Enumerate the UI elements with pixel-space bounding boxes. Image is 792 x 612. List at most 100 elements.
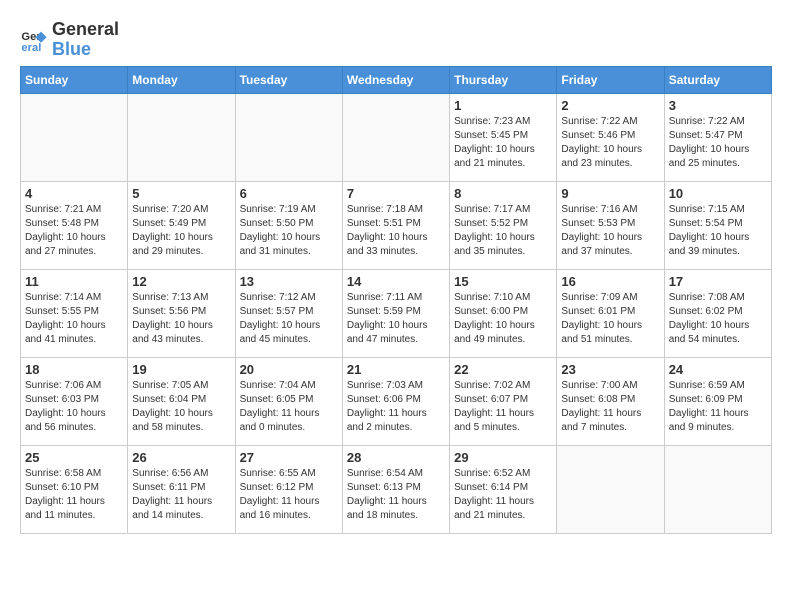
day-info: Sunrise: 7:11 AM Sunset: 5:59 PM Dayligh… <box>347 291 445 347</box>
calendar-cell <box>557 445 664 533</box>
day-header-monday: Monday <box>128 66 235 93</box>
day-info: Sunrise: 7:06 AM Sunset: 6:03 PM Dayligh… <box>25 379 123 435</box>
calendar-cell: 9 Sunrise: 7:16 AM Sunset: 5:53 PM Daylig… <box>557 181 664 269</box>
calendar-cell: 13Sunrise: 7:12 AM Sunset: 5:57 PM Dayli… <box>235 269 342 357</box>
day-number: 7 <box>347 186 445 201</box>
calendar-week-5: 25 Sunrise: 6:58 AM Sunset: 6:10 PM Dayli… <box>21 445 772 533</box>
day-number: 16 <box>561 274 659 289</box>
day-info: Sunrise: 7:00 AM Sunset: 6:08 PM Dayligh… <box>561 379 659 435</box>
calendar-cell: 21 Sunrise: 7:03 AM Sunset: 6:06 PM Dayli… <box>342 357 449 445</box>
day-number: 28 <box>347 450 445 465</box>
calendar-cell: 3Sunrise: 7:22 AM Sunset: 5:47 PM Daylig… <box>664 93 771 181</box>
calendar-cell: 4Sunrise: 7:21 AM Sunset: 5:48 PM Daylig… <box>21 181 128 269</box>
day-number: 2 <box>561 98 659 113</box>
calendar-cell: 6 Sunrise: 7:19 AM Sunset: 5:50 PM Daylig… <box>235 181 342 269</box>
calendar-cell: 20 Sunrise: 7:04 AM Sunset: 6:05 PM Dayli… <box>235 357 342 445</box>
calendar-cell: 23 Sunrise: 7:00 AM Sunset: 6:08 PM Dayli… <box>557 357 664 445</box>
day-number: 25 <box>25 450 123 465</box>
day-info: Sunrise: 7:19 AM Sunset: 5:50 PM Dayligh… <box>240 203 338 259</box>
calendar-cell: 27 Sunrise: 6:55 AM Sunset: 6:12 PM Dayli… <box>235 445 342 533</box>
day-number: 9 <box>561 186 659 201</box>
day-number: 17 <box>669 274 767 289</box>
day-number: 22 <box>454 362 552 377</box>
day-number: 18 <box>25 362 123 377</box>
calendar-cell: 26 Sunrise: 6:56 AM Sunset: 6:11 PM Dayli… <box>128 445 235 533</box>
day-header-saturday: Saturday <box>664 66 771 93</box>
calendar-cell: 11 Sunrise: 7:14 AM Sunset: 5:55 PM Dayli… <box>21 269 128 357</box>
day-header-friday: Friday <box>557 66 664 93</box>
page-header: Gen eral GeneralBlue <box>20 20 772 60</box>
day-info: Sunrise: 7:02 AM Sunset: 6:07 PM Dayligh… <box>454 379 552 435</box>
day-info: Sunrise: 7:08 AM Sunset: 6:02 PM Dayligh… <box>669 291 767 347</box>
calendar-cell: 24 Sunrise: 6:59 AM Sunset: 6:09 PM Dayli… <box>664 357 771 445</box>
calendar-cell <box>342 93 449 181</box>
day-number: 4 <box>25 186 123 201</box>
day-info: Sunrise: 7:20 AM Sunset: 5:49 PM Dayligh… <box>132 203 230 259</box>
day-number: 10 <box>669 186 767 201</box>
calendar-cell <box>664 445 771 533</box>
calendar-cell: 8Sunrise: 7:17 AM Sunset: 5:52 PM Daylig… <box>450 181 557 269</box>
day-header-thursday: Thursday <box>450 66 557 93</box>
calendar-cell: 10Sunrise: 7:15 AM Sunset: 5:54 PM Dayli… <box>664 181 771 269</box>
calendar-week-3: 11 Sunrise: 7:14 AM Sunset: 5:55 PM Dayli… <box>21 269 772 357</box>
calendar-cell: 17 Sunrise: 7:08 AM Sunset: 6:02 PM Dayli… <box>664 269 771 357</box>
calendar-cell: 15Sunrise: 7:10 AM Sunset: 6:00 PM Dayli… <box>450 269 557 357</box>
calendar-cell <box>235 93 342 181</box>
day-number: 13 <box>240 274 338 289</box>
day-info: Sunrise: 7:04 AM Sunset: 6:05 PM Dayligh… <box>240 379 338 435</box>
day-number: 23 <box>561 362 659 377</box>
day-info: Sunrise: 6:56 AM Sunset: 6:11 PM Dayligh… <box>132 467 230 523</box>
calendar-table: SundayMondayTuesdayWednesdayThursdayFrid… <box>20 66 772 534</box>
day-number: 1 <box>454 98 552 113</box>
logo-icon: Gen eral <box>20 26 48 54</box>
day-info: Sunrise: 7:03 AM Sunset: 6:06 PM Dayligh… <box>347 379 445 435</box>
day-number: 26 <box>132 450 230 465</box>
day-number: 29 <box>454 450 552 465</box>
calendar-cell: 22 Sunrise: 7:02 AM Sunset: 6:07 PM Dayli… <box>450 357 557 445</box>
calendar-cell: 2 Sunrise: 7:22 AM Sunset: 5:46 PM Daylig… <box>557 93 664 181</box>
day-info: Sunrise: 7:23 AM Sunset: 5:45 PM Dayligh… <box>454 115 552 171</box>
day-info: Sunrise: 7:22 AM Sunset: 5:46 PM Dayligh… <box>561 115 659 171</box>
calendar-cell <box>21 93 128 181</box>
calendar-cell: 1 Sunrise: 7:23 AM Sunset: 5:45 PM Daylig… <box>450 93 557 181</box>
day-number: 14 <box>347 274 445 289</box>
day-number: 11 <box>25 274 123 289</box>
calendar-header-row: SundayMondayTuesdayWednesdayThursdayFrid… <box>21 66 772 93</box>
calendar-cell: 19Sunrise: 7:05 AM Sunset: 6:04 PM Dayli… <box>128 357 235 445</box>
calendar-cell: 18 Sunrise: 7:06 AM Sunset: 6:03 PM Dayli… <box>21 357 128 445</box>
day-info: Sunrise: 7:14 AM Sunset: 5:55 PM Dayligh… <box>25 291 123 347</box>
day-number: 12 <box>132 274 230 289</box>
day-info: Sunrise: 6:55 AM Sunset: 6:12 PM Dayligh… <box>240 467 338 523</box>
calendar-cell <box>128 93 235 181</box>
day-number: 3 <box>669 98 767 113</box>
day-info: Sunrise: 6:58 AM Sunset: 6:10 PM Dayligh… <box>25 467 123 523</box>
day-number: 15 <box>454 274 552 289</box>
day-number: 6 <box>240 186 338 201</box>
day-info: Sunrise: 7:18 AM Sunset: 5:51 PM Dayligh… <box>347 203 445 259</box>
calendar-cell: 16 Sunrise: 7:09 AM Sunset: 6:01 PM Dayli… <box>557 269 664 357</box>
calendar-cell: 28 Sunrise: 6:54 AM Sunset: 6:13 PM Dayli… <box>342 445 449 533</box>
calendar-cell: 5 Sunrise: 7:20 AM Sunset: 5:49 PM Daylig… <box>128 181 235 269</box>
calendar-week-1: 1 Sunrise: 7:23 AM Sunset: 5:45 PM Daylig… <box>21 93 772 181</box>
logo-text: GeneralBlue <box>52 20 119 60</box>
day-info: Sunrise: 6:59 AM Sunset: 6:09 PM Dayligh… <box>669 379 767 435</box>
day-info: Sunrise: 6:54 AM Sunset: 6:13 PM Dayligh… <box>347 467 445 523</box>
day-info: Sunrise: 7:16 AM Sunset: 5:53 PM Dayligh… <box>561 203 659 259</box>
day-header-wednesday: Wednesday <box>342 66 449 93</box>
day-info: Sunrise: 7:17 AM Sunset: 5:52 PM Dayligh… <box>454 203 552 259</box>
calendar-cell: 12Sunrise: 7:13 AM Sunset: 5:56 PM Dayli… <box>128 269 235 357</box>
day-number: 24 <box>669 362 767 377</box>
calendar-cell: 29Sunrise: 6:52 AM Sunset: 6:14 PM Dayli… <box>450 445 557 533</box>
svg-text:eral: eral <box>21 42 41 54</box>
day-info: Sunrise: 7:09 AM Sunset: 6:01 PM Dayligh… <box>561 291 659 347</box>
calendar-cell: 14 Sunrise: 7:11 AM Sunset: 5:59 PM Dayli… <box>342 269 449 357</box>
logo: Gen eral GeneralBlue <box>20 20 119 60</box>
day-header-tuesday: Tuesday <box>235 66 342 93</box>
day-number: 20 <box>240 362 338 377</box>
calendar-cell: 7 Sunrise: 7:18 AM Sunset: 5:51 PM Daylig… <box>342 181 449 269</box>
day-number: 21 <box>347 362 445 377</box>
day-number: 27 <box>240 450 338 465</box>
day-number: 5 <box>132 186 230 201</box>
day-number: 19 <box>132 362 230 377</box>
day-header-sunday: Sunday <box>21 66 128 93</box>
